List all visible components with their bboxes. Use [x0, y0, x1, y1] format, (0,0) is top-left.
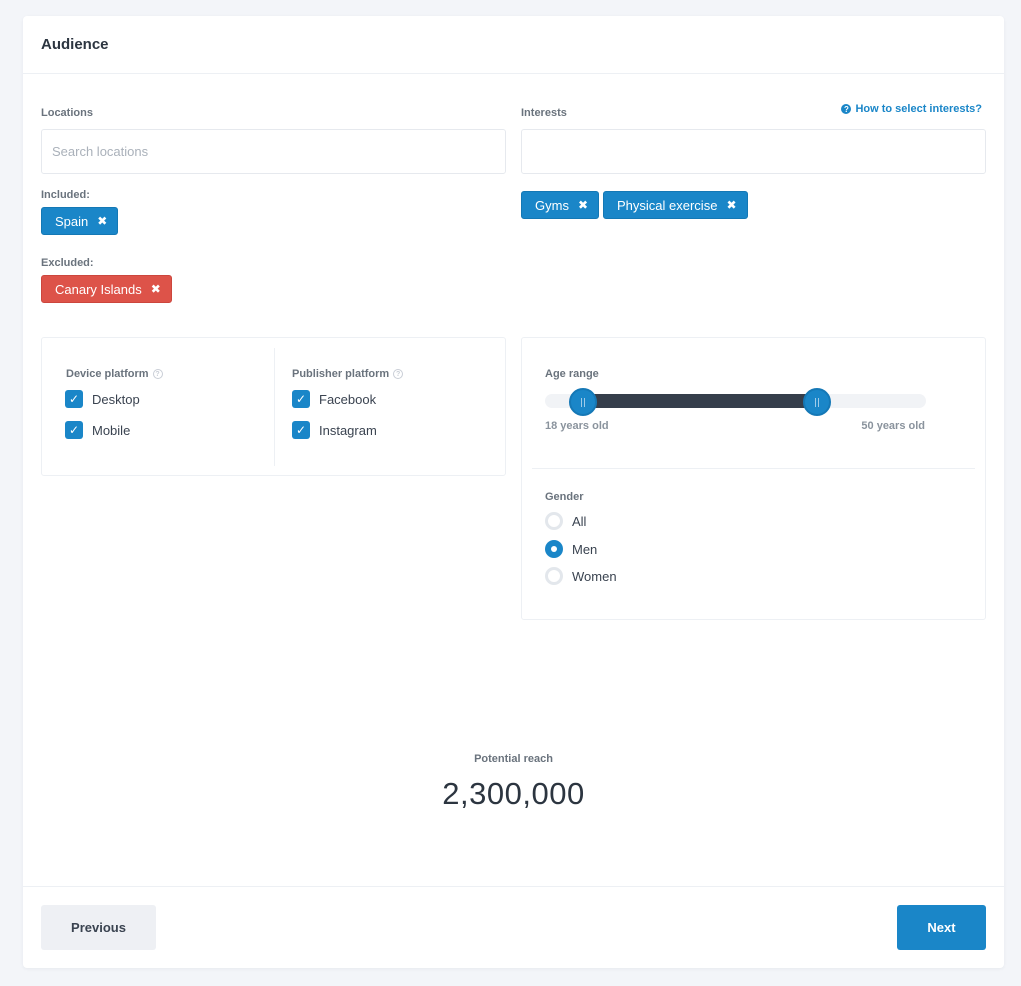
checkbox-desktop[interactable]: ✓ Desktop [65, 390, 140, 408]
age-max-label: 50 years old [861, 420, 925, 432]
excluded-location-tag: Canary Islands ✖ [41, 275, 172, 303]
radio-icon [545, 540, 563, 558]
checkbox-label: Desktop [92, 391, 140, 407]
radio-label: All [572, 513, 587, 529]
radio-gender-women[interactable]: Women [545, 567, 617, 585]
publisher-platform-label: Publisher platform ? [292, 368, 404, 380]
help-link-text: How to select interests? [855, 103, 982, 115]
how-to-select-interests-link[interactable]: ? How to select interests? [841, 103, 982, 115]
slider-handle-min[interactable] [569, 388, 598, 416]
potential-reach-value: 2,300,000 [442, 776, 585, 811]
interest-tag: Gyms ✖ [521, 191, 600, 219]
locations-label: Locations [41, 107, 93, 119]
checkbox-label: Facebook [319, 391, 377, 407]
page-title: Audience [41, 36, 109, 53]
slider-fill [583, 394, 818, 408]
column-divider [274, 348, 275, 466]
gender-label: Gender [545, 491, 584, 503]
previous-button[interactable]: Previous [41, 905, 156, 950]
checkbox-instagram[interactable]: ✓ Instagram [292, 421, 377, 439]
info-icon[interactable]: ? [152, 369, 163, 379]
check-icon: ✓ [65, 421, 83, 439]
info-icon[interactable]: ? [393, 369, 404, 379]
interest-tag: Physical exercise ✖ [603, 191, 748, 219]
card-header: Audience [23, 16, 1004, 74]
next-button[interactable]: Next [897, 905, 986, 950]
publisher-platform-label-text: Publisher platform [292, 368, 390, 380]
question-circle-icon: ? [841, 104, 852, 114]
card-footer: Previous Next [23, 886, 1004, 968]
close-icon[interactable]: ✖ [97, 215, 107, 227]
age-range-slider[interactable] [545, 388, 926, 416]
checkbox-label: Mobile [92, 422, 131, 438]
tag-label: Gyms [535, 197, 569, 213]
close-icon[interactable]: ✖ [578, 199, 588, 211]
close-icon[interactable]: ✖ [151, 283, 161, 295]
age-min-label: 18 years old [545, 420, 609, 432]
slider-handle-max[interactable] [803, 388, 832, 416]
radio-icon [545, 512, 563, 530]
age-gender-panel: Age range 18 years old 50 years old Gend… [521, 337, 986, 620]
radio-label: Women [572, 568, 617, 584]
divider [532, 468, 975, 469]
included-label: Included: [41, 189, 90, 201]
checkbox-mobile[interactable]: ✓ Mobile [65, 421, 130, 439]
device-platform-label: Device platform ? [66, 368, 163, 380]
check-icon: ✓ [65, 390, 83, 408]
tag-label: Physical exercise [617, 197, 718, 213]
checkbox-facebook[interactable]: ✓ Facebook [292, 390, 376, 408]
platforms-panel: Device platform ? ✓ Desktop ✓ Mobile Pub… [41, 337, 506, 476]
age-range-label: Age range [545, 368, 599, 380]
radio-gender-all[interactable]: All [545, 512, 586, 530]
device-platform-label-text: Device platform [66, 368, 149, 380]
check-icon: ✓ [292, 390, 310, 408]
grip-icon [581, 397, 586, 407]
interests-label: Interests [521, 107, 567, 119]
tag-label: Canary Islands [55, 281, 142, 297]
excluded-label: Excluded: [41, 257, 94, 269]
search-locations-input[interactable] [41, 129, 506, 174]
radio-label: Men [572, 541, 598, 557]
radio-icon [545, 567, 563, 585]
radio-gender-men[interactable]: Men [545, 540, 597, 558]
check-icon: ✓ [292, 421, 310, 439]
audience-card: Audience Locations Included: Spain ✖ Exc… [23, 16, 1004, 968]
interests-input[interactable] [521, 129, 986, 174]
potential-reach-label: Potential reach [474, 753, 553, 765]
close-icon[interactable]: ✖ [726, 199, 736, 211]
tag-label: Spain [55, 213, 89, 229]
checkbox-label: Instagram [319, 422, 377, 438]
included-location-tag: Spain ✖ [41, 207, 119, 235]
grip-icon [815, 397, 820, 407]
